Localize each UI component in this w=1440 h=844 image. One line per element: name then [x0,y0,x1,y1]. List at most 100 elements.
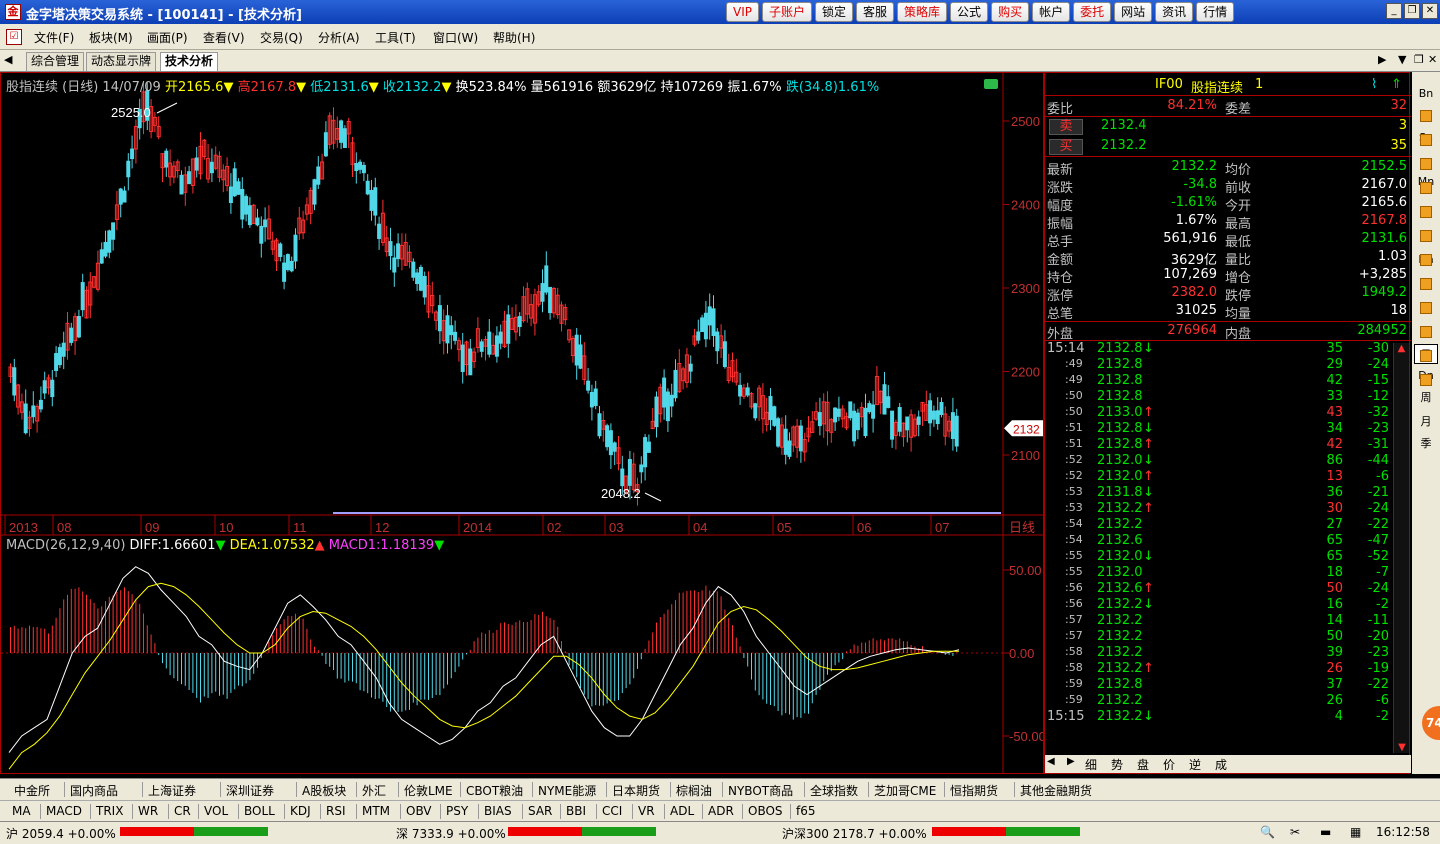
tab-close-icon[interactable]: ✕ [1428,53,1437,66]
indicator-tab-12[interactable]: BIAS [484,804,512,818]
minimize-icon[interactable]: _ [1386,3,1402,19]
indicator-tab-3[interactable]: WR [138,804,158,818]
quick-button-0[interactable]: VIP [726,2,759,22]
quote-tab-3[interactable]: 价 [1163,756,1175,773]
quick-button-2[interactable]: 锁定 [815,2,854,22]
quote-tab-1[interactable]: 势 [1111,756,1123,773]
quote-tab-4[interactable]: 逆 [1189,756,1201,773]
indicator-tab-4[interactable]: CR [174,804,191,818]
indicator-tab-7[interactable]: KDJ [290,804,311,818]
sidebar-tool-icon[interactable] [1420,206,1432,218]
indicator-tab-1[interactable]: MACD [46,804,82,818]
sidebar-tool-icon[interactable] [1420,110,1432,122]
signal-icon[interactable] [984,79,998,89]
market-tab-1[interactable]: 国内商品 [70,782,118,799]
indicator-tab-10[interactable]: OBV [406,804,432,818]
close-icon[interactable]: ✕ [1422,3,1438,19]
buy-row[interactable]: 买 2132.2 35 [1045,138,1411,156]
indicator-tab-18[interactable]: ADR [708,804,734,818]
market-tab-6[interactable]: 伦敦LME [404,782,453,799]
indicator-tab-17[interactable]: ADL [670,804,694,818]
sidebar-tool-icon[interactable] [1420,302,1432,314]
status-tool-icon[interactable]: ✂ [1290,825,1300,839]
market-tab-5[interactable]: 外汇 [362,782,386,799]
quick-button-9[interactable]: 网站 [1114,2,1153,22]
period-button-8[interactable]: 季 [1414,434,1438,454]
period-button-7[interactable]: 月 [1414,412,1438,432]
kline-chart-area[interactable]: 2500 2400 2300 2200 2100 2013 08 09 10 11 12 2014 02… [0,72,1046,774]
sell-row[interactable]: 卖 2132.4 3 [1045,118,1411,136]
indicator-tab-16[interactable]: VR [638,804,655,818]
market-tab-8[interactable]: NYME能源 [538,782,596,799]
quick-button-3[interactable]: 客服 [856,2,895,22]
status-calc-icon[interactable]: ▦ [1350,825,1361,839]
quote-chart-icon[interactable]: ⌇ [1371,77,1377,92]
scroll-up-icon[interactable]: ▲ [1394,343,1409,354]
sidebar-tool-icon[interactable] [1420,182,1432,194]
indicator-tab-2[interactable]: TRIX [96,804,123,818]
scroll-down-icon[interactable]: ▼ [1394,742,1410,753]
tab-2[interactable]: 技术分析 [160,52,219,71]
quote-tab-0[interactable]: 细 [1085,756,1097,773]
sell-label[interactable]: 卖 [1049,119,1083,135]
quote-tab-2[interactable]: 盘 [1137,756,1149,773]
quick-button-6[interactable]: 购买 [991,2,1030,22]
menu-item-6[interactable]: 工具(T) [375,29,416,46]
indicator-tab-20[interactable]: f65 [796,804,816,818]
sidebar-tool-icon[interactable] [1420,254,1432,266]
market-tab-10[interactable]: 棕榈油 [676,782,712,799]
indicator-tab-8[interactable]: RSI [326,804,346,818]
sidebar-tool-icon[interactable] [1420,278,1432,290]
tab-0[interactable]: 综合管理 [26,52,85,71]
tab-menu-icon[interactable]: ▼ [1398,53,1406,66]
market-tab-0[interactable]: 中金所 [14,782,50,799]
menu-item-7[interactable]: 窗口(W) [433,29,478,46]
indicator-tab-6[interactable]: BOLL [244,804,275,818]
market-tab-13[interactable]: 芝加哥CME [874,782,936,799]
sidebar-tool-icon[interactable] [1420,230,1432,242]
menu-item-4[interactable]: 交易(Q) [260,29,303,46]
indicator-tab-9[interactable]: MTM [362,804,390,818]
indicator-tab-11[interactable]: PSY [446,804,468,818]
buy-label[interactable]: 买 [1049,139,1083,155]
quick-button-8[interactable]: 委托 [1073,2,1112,22]
sidebar-tool-icon[interactable] [1420,350,1432,362]
market-tab-9[interactable]: 日本期货 [612,782,660,799]
status-money-icon[interactable]: ▬ [1320,825,1331,839]
indicator-tab-0[interactable]: MA [12,804,31,818]
restore-icon[interactable]: ❐ [1404,3,1420,19]
market-tab-15[interactable]: 其他金融期货 [1020,782,1092,799]
quick-button-4[interactable]: 策略库 [897,2,948,22]
tab-scroll-right-icon[interactable]: ▶ [1378,53,1386,66]
menu-item-3[interactable]: 查看(V) [203,29,245,46]
tab-1[interactable]: 动态显示牌 [86,52,157,71]
market-tab-14[interactable]: 恒指期货 [950,782,998,799]
market-tab-7[interactable]: CBOT粮油 [466,782,523,799]
tab-restore-icon[interactable]: ❐ [1414,53,1424,66]
sidebar-tool-icon[interactable] [1420,374,1432,386]
indicator-tab-5[interactable]: VOL [204,804,228,818]
indicator-tab-14[interactable]: BBI [566,804,586,818]
market-tab-4[interactable]: A股板块 [302,782,346,799]
menu-item-5[interactable]: 分析(A) [318,29,360,46]
qtab-right-icon[interactable]: ▶ [1067,756,1075,767]
indicator-tab-13[interactable]: SAR [528,804,552,818]
indicator-tab-15[interactable]: CCI [602,804,622,818]
market-tab-3[interactable]: 深圳证券 [226,782,274,799]
qtab-left-icon[interactable]: ◀ [1047,756,1055,767]
menu-item-8[interactable]: 帮助(H) [493,29,535,46]
quick-button-11[interactable]: 行情 [1196,2,1235,22]
sidebar-tool-icon[interactable] [1420,326,1432,338]
period-button-6[interactable]: 周 [1414,388,1438,408]
indicator-tab-19[interactable]: OBOS [748,804,783,818]
tick-scrollbar[interactable]: ▲ ▼ [1393,343,1409,753]
market-tab-11[interactable]: NYBOT商品 [728,782,793,799]
menu-item-2[interactable]: 画面(P) [147,29,188,46]
quick-button-7[interactable]: 帐户 [1032,2,1071,22]
sidebar-tool-icon[interactable] [1420,158,1432,170]
quote-tab-5[interactable]: 成 [1215,756,1227,773]
chart-svg[interactable]: 2500 2400 2300 2200 2100 2013 08 09 10 11 12 2014 02… [1,73,1046,773]
quick-button-5[interactable]: 公式 [950,2,989,22]
sidebar-tool-icon[interactable] [1420,134,1432,146]
status-search-icon[interactable]: 🔍 [1260,825,1275,839]
